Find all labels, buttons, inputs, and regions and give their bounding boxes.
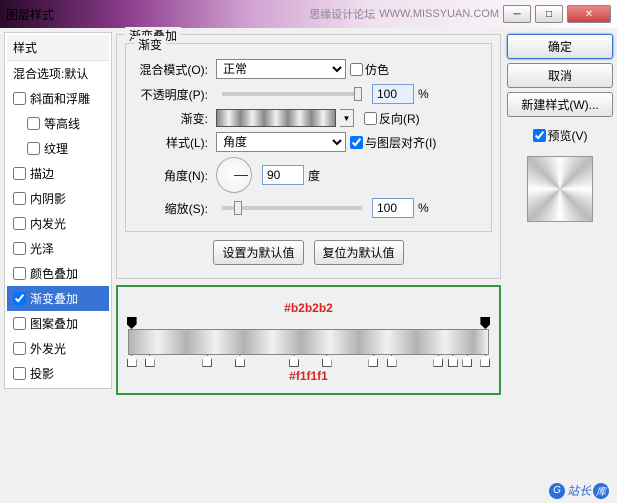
blend-options-label: 混合选项:默认 — [13, 65, 88, 82]
minimize-button[interactable]: ─ — [503, 5, 531, 23]
gradient-annotation: #b2b2b2 — [116, 285, 501, 395]
gradient-swatch[interactable] — [216, 109, 336, 127]
checkbox-gradient-overlay[interactable] — [13, 292, 26, 305]
style-item-bevel[interactable]: 斜面和浮雕 — [7, 86, 109, 111]
style-item-stroke[interactable]: 描边 — [7, 161, 109, 186]
checkbox-bevel[interactable] — [13, 92, 26, 105]
button-panel: 确定 取消 新建样式(W)... 预览(V) — [507, 32, 613, 476]
percent-label: % — [418, 87, 429, 101]
color-stops — [128, 355, 489, 367]
checkbox-outer-glow[interactable] — [13, 342, 26, 355]
style-item-satin[interactable]: 光泽 — [7, 236, 109, 261]
styles-header[interactable]: 样式 — [7, 35, 109, 61]
watermark-icon-2: 库 — [593, 483, 609, 499]
preview-checkbox[interactable] — [533, 129, 546, 142]
preview-swatch — [527, 156, 593, 222]
checkbox-color-overlay[interactable] — [13, 267, 26, 280]
watermark-icon: G — [549, 483, 565, 499]
watermark-url: WWW.MISSYUAN.COM — [379, 8, 499, 20]
scale-label: 缩放(S): — [134, 200, 212, 217]
checkbox-inner-shadow[interactable] — [13, 192, 26, 205]
checkbox-contour[interactable] — [27, 117, 40, 130]
style-item-gradient-overlay[interactable]: 渐变叠加 — [7, 286, 109, 311]
maximize-button[interactable]: □ — [535, 5, 563, 23]
styles-list-panel: 样式 混合选项:默认 斜面和浮雕 等高线 纹理 描边 内阴影 内发光 光泽 颜色… — [4, 32, 112, 476]
bottom-color-label: #f1f1f1 — [128, 369, 489, 383]
checkbox-drop-shadow[interactable] — [13, 367, 26, 380]
style-item-inner-glow[interactable]: 内发光 — [7, 211, 109, 236]
new-style-button[interactable]: 新建样式(W)... — [507, 92, 613, 117]
style-item-drop-shadow[interactable]: 投影 — [7, 361, 109, 386]
gradient-label: 渐变: — [134, 110, 212, 127]
opacity-stops — [128, 317, 489, 329]
checkbox-texture[interactable] — [27, 142, 40, 155]
dither-checkbox-wrap[interactable]: 仿色 — [350, 61, 389, 78]
percent-label-2: % — [418, 201, 429, 215]
footer-watermark: G 站长 库 — [549, 482, 609, 499]
subsection-title: 渐变 — [134, 36, 166, 53]
ok-button[interactable]: 确定 — [507, 34, 613, 59]
gradient-preview-bar[interactable] — [128, 329, 489, 355]
gradient-dropdown-arrow[interactable]: ▼ — [340, 109, 354, 127]
angle-input[interactable] — [262, 165, 304, 185]
blend-mode-label: 混合模式(O): — [134, 61, 212, 78]
style-item-outer-glow[interactable]: 外发光 — [7, 336, 109, 361]
style-item-texture[interactable]: 纹理 — [7, 136, 109, 161]
style-item-inner-shadow[interactable]: 内阴影 — [7, 186, 109, 211]
preview-label: 预览(V) — [548, 127, 588, 144]
window-titlebar: 图层样式 思缘设计论坛 WWW.MISSYUAN.COM ─ □ ✕ — [0, 0, 617, 28]
scale-input[interactable] — [372, 198, 414, 218]
angle-unit: 度 — [308, 167, 320, 184]
blend-options-item[interactable]: 混合选项:默认 — [7, 61, 109, 86]
set-default-button[interactable]: 设置为默认值 — [213, 240, 303, 265]
style-item-contour[interactable]: 等高线 — [7, 111, 109, 136]
align-checkbox[interactable] — [350, 136, 363, 149]
reverse-checkbox-wrap[interactable]: 反向(R) — [364, 110, 420, 127]
dither-checkbox[interactable] — [350, 63, 363, 76]
opacity-input[interactable] — [372, 84, 414, 104]
style-item-color-overlay[interactable]: 颜色叠加 — [7, 261, 109, 286]
top-color-label: #b2b2b2 — [128, 301, 489, 315]
opacity-slider[interactable] — [222, 92, 362, 96]
scale-slider[interactable] — [222, 206, 362, 210]
checkbox-inner-glow[interactable] — [13, 217, 26, 230]
cancel-button[interactable]: 取消 — [507, 63, 613, 88]
angle-dial[interactable] — [216, 157, 252, 193]
watermark-text: 思缘设计论坛 — [309, 6, 375, 22]
checkbox-satin[interactable] — [13, 242, 26, 255]
window-title: 图层样式 — [6, 6, 54, 23]
angle-label: 角度(N): — [134, 167, 212, 184]
style-item-pattern-overlay[interactable]: 图案叠加 — [7, 311, 109, 336]
preview-checkbox-wrap[interactable]: 预览(V) — [507, 127, 613, 144]
checkbox-stroke[interactable] — [13, 167, 26, 180]
reverse-checkbox[interactable] — [364, 112, 377, 125]
close-button[interactable]: ✕ — [567, 5, 611, 23]
blend-mode-select[interactable]: 正常 — [216, 59, 346, 79]
style-select[interactable]: 角度 — [216, 132, 346, 152]
gradient-overlay-section: 渐变叠加 渐变 混合模式(O): 正常 仿色 不透明度(P): % — [116, 34, 501, 279]
checkbox-pattern-overlay[interactable] — [13, 317, 26, 330]
reset-default-button[interactable]: 复位为默认值 — [314, 240, 404, 265]
style-label: 样式(L): — [134, 134, 212, 151]
align-checkbox-wrap[interactable]: 与图层对齐(I) — [350, 134, 436, 151]
opacity-label: 不透明度(P): — [134, 86, 212, 103]
